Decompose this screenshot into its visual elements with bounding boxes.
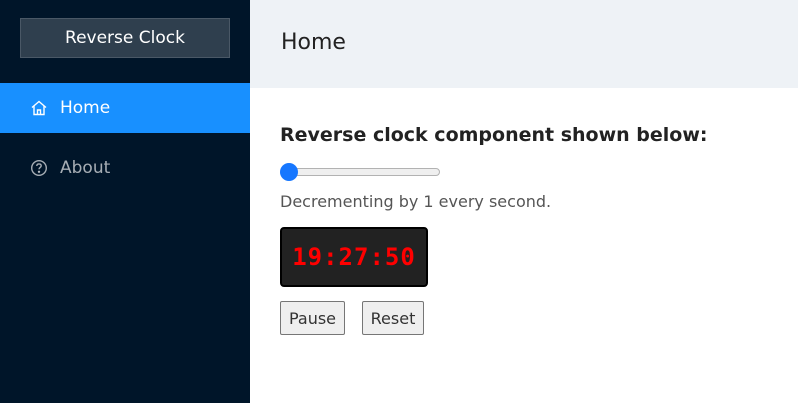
home-icon xyxy=(30,99,48,117)
slider-track[interactable] xyxy=(280,168,440,176)
pause-button[interactable]: Pause xyxy=(280,301,345,335)
app: Reverse Clock Home About Home Reverse cl… xyxy=(0,0,798,403)
question-circle-icon xyxy=(30,159,48,177)
reset-button[interactable]: Reset xyxy=(362,301,424,335)
speed-slider[interactable] xyxy=(280,163,440,181)
sidebar-item-home[interactable]: Home xyxy=(0,83,250,133)
clock-display: 19:27:50 xyxy=(280,227,428,287)
header: Home xyxy=(250,0,798,88)
sidebar-item-label: Home xyxy=(60,98,111,118)
sidebar-item-about[interactable]: About xyxy=(0,143,250,193)
app-logo: Reverse Clock xyxy=(20,18,230,58)
sidebar: Reverse Clock Home About xyxy=(0,0,250,403)
main-content: Reverse clock component shown below: Dec… xyxy=(250,88,798,403)
description-text: Decrementing by 1 every second. xyxy=(280,192,552,211)
page-title: Home xyxy=(281,30,346,55)
section-heading: Reverse clock component shown below: xyxy=(280,124,708,146)
sidebar-item-label: About xyxy=(60,158,111,178)
slider-thumb[interactable] xyxy=(280,163,298,181)
